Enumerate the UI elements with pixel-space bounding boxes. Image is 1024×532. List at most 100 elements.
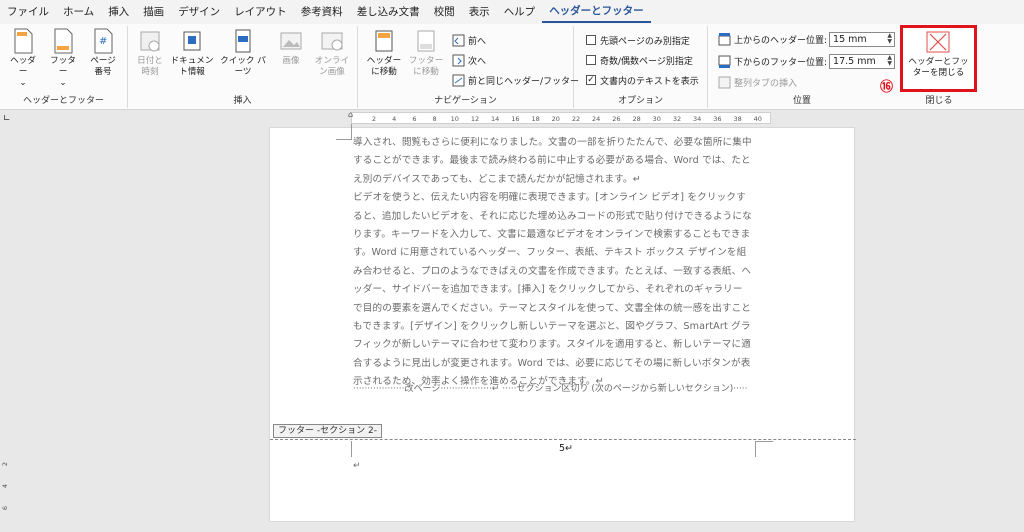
header-button[interactable]: ヘッダー ⌄ <box>8 28 38 89</box>
picture-button[interactable]: 画像 <box>276 28 306 67</box>
menu-tab-9[interactable]: 表示 <box>462 0 497 24</box>
indent-marker-icon[interactable]: ⌂ <box>348 110 353 119</box>
quick-parts-button[interactable]: クイック パーツ <box>218 28 268 78</box>
ruler-tick: 20 <box>551 115 560 123</box>
online-picture-label: オンライン画像 <box>314 56 350 77</box>
close-icon <box>926 31 950 53</box>
align-tab-icon <box>718 76 731 89</box>
page-number-button[interactable]: # ページ番号 <box>86 28 120 78</box>
footer-button[interactable]: フッター ⌄ <box>48 28 78 89</box>
quick-parts-label: クイック パーツ <box>220 56 266 77</box>
show-text-label: 文書内のテキストを表示 <box>600 76 699 87</box>
vertical-ruler[interactable]: 2 4 6 <box>0 440 12 532</box>
header-position-icon <box>718 32 731 46</box>
picture-icon <box>279 28 303 54</box>
goto-header-button[interactable]: ヘッダーに移動 <box>364 28 404 78</box>
next-label: 次へ <box>468 56 487 67</box>
body-text[interactable]: 導入され、閲覧もさらに便利になりました。文書の一部を折りたたんで、必要な箇所に集… <box>353 134 773 392</box>
ruler-tick: 28 <box>632 115 641 123</box>
group-label-insert: 挿入 <box>233 96 252 106</box>
goto-header-icon <box>372 28 396 54</box>
menu-tab-5[interactable]: レイアウト <box>227 0 294 24</box>
ruler-tick: 32 <box>672 115 682 123</box>
ruler-tick: 4 <box>392 115 397 123</box>
align-tab-label: 整列タブの挿入 <box>734 78 798 89</box>
show-text-option[interactable]: ✓ 文書内のテキストを表示 <box>586 72 699 88</box>
picture-label: 画像 <box>282 56 300 66</box>
online-picture-button[interactable]: オンライン画像 <box>310 28 354 78</box>
ruler-tick: 18 <box>531 115 540 123</box>
ruler-tick: 26 <box>612 115 621 123</box>
margin-corner-footer-right <box>755 441 773 457</box>
first-page-checkbox[interactable] <box>586 35 596 45</box>
footer-label: フッター <box>50 56 76 77</box>
vertical-ruler-tick: 2 <box>1 461 10 467</box>
vertical-ruler-tick: 4 <box>1 483 10 489</box>
svg-text:#: # <box>99 36 107 47</box>
page-number-field[interactable]: 5↵ <box>559 443 573 454</box>
menu-tab-10[interactable]: ヘルプ <box>497 0 543 24</box>
link-previous-label: 前と同じヘッダー/フッター <box>468 76 580 87</box>
show-text-checkbox[interactable]: ✓ <box>586 75 596 85</box>
menu-tab-6[interactable]: 参考資料 <box>294 0 350 24</box>
spin-arrows-icon[interactable]: ▲ ▼ <box>887 32 892 45</box>
previous-icon <box>452 34 465 47</box>
date-time-button[interactable]: 日付と時刻 <box>132 28 168 78</box>
calendar-icon <box>138 28 162 54</box>
ribbon: ヘッダー ⌄ フッター ⌄ # ページ番号 ヘッダーとフッター 日付と時刻 ドキュメ… <box>0 24 1024 110</box>
footer-paragraph-mark[interactable]: ↵ <box>353 461 361 471</box>
menu-bar: ファイル ホーム 挿入 描画 デザイン レイアウト 参考資料 差し込み文書 校閲 表示 ヘルプ ヘッダ… <box>0 0 1024 24</box>
group-label-navigation: ナビゲーション <box>434 96 497 106</box>
footer-section-tab: フッター -セクション 2- <box>273 424 382 438</box>
prev-button[interactable]: 前へ <box>452 32 486 48</box>
document-page[interactable]: 導入され、閲覧もさらに便利になりました。文書の一部を折りたたんで、必要な箇所に集… <box>269 124 856 522</box>
menu-tab-11[interactable]: ヘッダーとフッター <box>542 1 651 23</box>
goto-footer-label: フッターに移動 <box>408 56 444 77</box>
menu-tab-2[interactable]: 挿入 <box>101 0 136 24</box>
online-picture-icon <box>320 28 344 54</box>
menu-tab-0[interactable]: ファイル <box>0 0 56 24</box>
spin-arrows-icon[interactable]: ▲ ▼ <box>887 54 892 67</box>
header-icon <box>11 28 35 54</box>
chevron-down-icon: ⌄ <box>19 78 27 88</box>
tab-selector-icon[interactable]: ∟ <box>3 114 11 124</box>
doc-info-button[interactable]: ドキュメント情報 <box>170 28 214 78</box>
page-number-label: ページ番号 <box>90 56 116 77</box>
ruler-tick: 24 <box>592 115 601 123</box>
ruler-tick: 16 <box>511 115 520 123</box>
header-position-input[interactable]: 15 mm ▲ ▼ <box>829 31 896 47</box>
link-previous-button[interactable]: 前と同じヘッダー/フッター <box>452 72 579 88</box>
menu-tab-8[interactable]: 校閲 <box>427 0 462 24</box>
margin-corner-top-left <box>336 124 352 140</box>
group-insert: 日付と時刻 ドキュメント情報 クイック パーツ 画像 オンライン画像 挿入 <box>128 26 358 108</box>
footer-boundary <box>270 439 856 440</box>
group-options: 先頭ページのみ別指定 奇数/偶数ページ別指定 ✓ 文書内のテキストを表示 オプショ… <box>574 26 708 108</box>
quick-parts-icon <box>231 28 255 54</box>
footer-position-value: 17.5 mm <box>833 55 876 67</box>
header-label: ヘッダー <box>10 56 36 77</box>
odd-even-option[interactable]: 奇数/偶数ページ別指定 <box>586 52 693 68</box>
link-icon <box>452 74 465 87</box>
header-position-label: 上からのヘッダー位置: <box>734 35 828 46</box>
close-header-footer-button[interactable]: ヘッダーとフッターを閉じる <box>900 25 977 92</box>
vertical-ruler-tick: 6 <box>1 505 10 511</box>
footer-position-input[interactable]: 17.5 mm ▲ ▼ <box>829 53 896 69</box>
first-page-option[interactable]: 先頭ページのみ別指定 <box>586 32 690 48</box>
odd-even-label: 奇数/偶数ページ別指定 <box>600 56 693 67</box>
doc-info-label: ドキュメント情報 <box>170 56 214 77</box>
ruler-tick: 6 <box>412 115 417 123</box>
header-position-value: 15 mm <box>833 33 867 45</box>
ruler-tick: 38 <box>733 115 742 123</box>
odd-even-checkbox[interactable] <box>586 55 596 65</box>
goto-footer-icon <box>414 28 438 54</box>
ruler-tick: 14 <box>491 115 500 123</box>
close-label: ヘッダーとフッターを閉じる <box>908 57 969 78</box>
next-button[interactable]: 次へ <box>452 52 486 68</box>
align-tab-button[interactable]: 整列タブの挿入 <box>718 74 797 90</box>
goto-footer-button[interactable]: フッターに移動 <box>406 28 446 78</box>
menu-tab-1[interactable]: ホーム <box>56 0 101 24</box>
menu-tab-3[interactable]: 描画 <box>136 0 171 24</box>
menu-tab-7[interactable]: 差し込み文書 <box>350 0 427 24</box>
horizontal-ruler[interactable]: ⌂ 2 4 6 8 10 12 14 16 18 20 22 24 26 28 30 32 34 36 38 40 <box>348 110 771 124</box>
menu-tab-4[interactable]: デザイン <box>171 0 227 24</box>
